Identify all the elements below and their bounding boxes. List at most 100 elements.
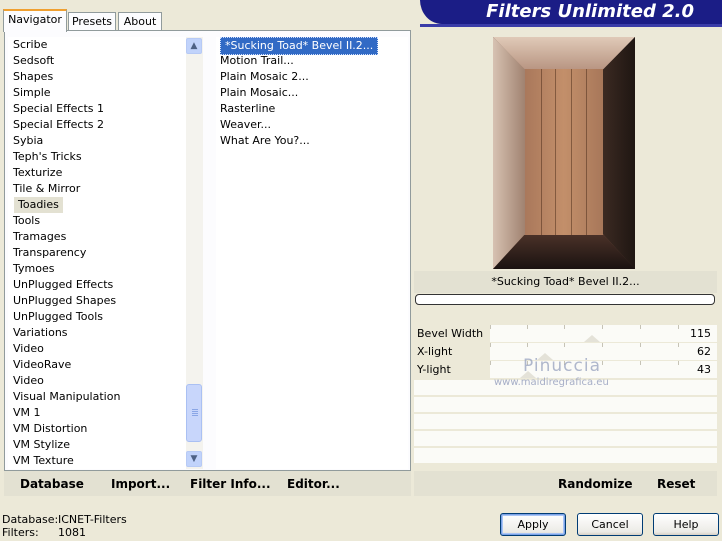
filter-item[interactable]: What Are You?... xyxy=(216,133,408,149)
category-item[interactable]: UnPlugged Effects xyxy=(8,277,186,293)
category-item[interactable]: Special Effects 2 xyxy=(8,117,186,133)
category-label: UnPlugged Tools xyxy=(13,310,103,323)
slider-tick xyxy=(564,343,565,347)
filter-item[interactable]: Rasterline xyxy=(216,101,408,117)
category-item[interactable]: UnPlugged Tools xyxy=(8,309,186,325)
category-label: Tymoes xyxy=(13,262,55,275)
filter-item[interactable]: Weaver... xyxy=(216,117,408,133)
param-label: Y-light xyxy=(417,363,451,376)
slider-tick xyxy=(640,343,641,347)
watermark-url: www.maidiregrafica.eu xyxy=(494,377,609,388)
param-value: 62 xyxy=(697,345,711,358)
filter-list[interactable]: *Sucking Toad* Bevel II.2... Motion Trail… xyxy=(216,37,408,469)
category-item[interactable]: Simple xyxy=(8,85,186,101)
filter-label: Motion Trail... xyxy=(220,54,294,67)
category-label: Texturize xyxy=(13,166,63,179)
category-item[interactable]: Tramages xyxy=(8,229,186,245)
category-label: Variations xyxy=(13,326,68,339)
filters-count: 1081 xyxy=(58,526,86,539)
category-item[interactable]: Scribe xyxy=(8,37,186,53)
slider-tick xyxy=(490,361,491,365)
slider-tick xyxy=(490,325,491,329)
category-item[interactable]: Sybia xyxy=(8,133,186,149)
slider-thumb-icon[interactable] xyxy=(584,335,600,342)
category-label: Video xyxy=(13,374,44,387)
category-item[interactable]: VM 1 xyxy=(8,405,186,421)
category-item[interactable]: VM Texture xyxy=(8,453,186,469)
category-item[interactable]: Teph's Tricks xyxy=(8,149,186,165)
database-button[interactable]: Database xyxy=(20,477,84,491)
param-value: 43 xyxy=(697,363,711,376)
filter-info-button[interactable]: Filter Info... xyxy=(190,477,271,491)
category-label: Sedsoft xyxy=(13,54,55,67)
scroll-up-button[interactable]: ▲ xyxy=(186,38,202,54)
tab-navigator[interactable]: Navigator xyxy=(3,9,67,32)
tab-presets[interactable]: Presets xyxy=(68,12,116,30)
category-item[interactable]: VideoRave xyxy=(8,357,186,373)
param-label: Bevel Width xyxy=(417,327,484,340)
slider-tick xyxy=(678,325,679,329)
category-item[interactable]: Tile & Mirror xyxy=(8,181,186,197)
category-label: Tramages xyxy=(13,230,67,243)
scroll-thumb[interactable] xyxy=(186,384,202,442)
category-label: Toadies xyxy=(14,197,63,213)
category-label: Special Effects 1 xyxy=(13,102,105,115)
slider-tick xyxy=(640,361,641,365)
reset-button[interactable]: Reset xyxy=(657,477,695,491)
slider-tick xyxy=(527,325,528,329)
stripe-line xyxy=(586,69,587,235)
category-item[interactable]: VM Distortion xyxy=(8,421,186,437)
cancel-button[interactable]: Cancel xyxy=(577,513,643,536)
randomize-button[interactable]: Randomize xyxy=(558,477,632,491)
category-label: VM 1 xyxy=(13,406,41,419)
chevron-down-icon: ▼ xyxy=(190,454,198,464)
category-item[interactable]: Visual Manipulation xyxy=(8,389,186,405)
database-value: ICNET-Filters xyxy=(58,513,127,526)
editor-button[interactable]: Editor... xyxy=(287,477,340,491)
filter-item[interactable]: Plain Mosaic 2... xyxy=(216,69,408,85)
filter-item[interactable]: *Sucking Toad* Bevel II.2... xyxy=(216,37,408,55)
category-label: UnPlugged Effects xyxy=(13,278,114,291)
filter-label: Weaver... xyxy=(220,118,272,131)
watermark-name: Pinuccia xyxy=(523,356,601,376)
category-item[interactable]: Tools xyxy=(8,213,186,229)
category-item[interactable]: Variations xyxy=(8,325,186,341)
category-item[interactable]: Toadies xyxy=(8,197,186,213)
category-item[interactable]: Sedsoft xyxy=(8,53,186,69)
category-label: Video xyxy=(13,342,44,355)
preview-image xyxy=(493,37,635,269)
category-label: VideoRave xyxy=(13,358,72,371)
category-item[interactable]: Special Effects 1 xyxy=(8,101,186,117)
category-item[interactable]: Video xyxy=(8,373,186,389)
category-list[interactable]: Scribe Sedsoft Shapes Simple Special Effects… xyxy=(8,37,186,469)
help-button[interactable]: Help xyxy=(653,513,719,536)
apply-button[interactable]: Apply xyxy=(500,513,566,536)
category-label: Shapes xyxy=(13,70,54,83)
scroll-down-button[interactable]: ▼ xyxy=(186,451,202,467)
category-label: VM Stylize xyxy=(13,438,70,451)
category-item[interactable]: UnPlugged Shapes xyxy=(8,293,186,309)
param-slider-row[interactable]: Bevel Width 115 xyxy=(414,325,717,342)
filter-item[interactable]: Motion Trail... xyxy=(216,53,408,69)
stripe-line xyxy=(555,69,556,235)
category-item[interactable]: Transparency xyxy=(8,245,186,261)
grip-icon xyxy=(192,409,198,417)
category-item[interactable]: Video xyxy=(8,341,186,357)
category-label: Simple xyxy=(13,86,51,99)
category-label: UnPlugged Shapes xyxy=(13,294,117,307)
param-label: X-light xyxy=(417,345,453,358)
filter-item[interactable]: Plain Mosaic... xyxy=(216,85,408,101)
tab-about[interactable]: About xyxy=(118,12,162,30)
slider-track[interactable] xyxy=(490,325,717,342)
category-scrollbar[interactable]: ▲ ▼ xyxy=(186,37,203,469)
category-label: Tools xyxy=(13,214,41,227)
category-item[interactable]: VM Stylize xyxy=(8,437,186,453)
category-item[interactable]: Shapes xyxy=(8,69,186,85)
category-item[interactable]: Texturize xyxy=(8,165,186,181)
category-label: Visual Manipulation xyxy=(13,390,121,403)
category-item[interactable]: Tymoes xyxy=(8,261,186,277)
slider-tick xyxy=(678,343,679,347)
import-button[interactable]: Import... xyxy=(111,477,170,491)
category-label: Tile & Mirror xyxy=(13,182,81,195)
category-label: Scribe xyxy=(13,38,48,51)
